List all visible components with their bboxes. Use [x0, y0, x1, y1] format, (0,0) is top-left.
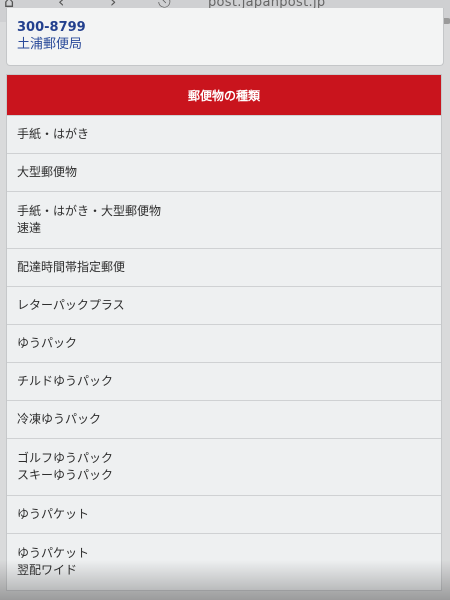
list-item-label: 大型郵便物	[17, 165, 78, 179]
mail-type-header-label: 郵便物の種類	[187, 88, 260, 103]
list-item[interactable]: 配達時間帯指定郵便	[7, 248, 441, 286]
postal-code[interactable]: 300-8799	[17, 20, 443, 36]
list-item[interactable]: 手紙・はがき	[7, 115, 441, 153]
list-item[interactable]: レターパックプラス	[7, 286, 441, 324]
list-item-label: ゆうパケット	[17, 507, 90, 521]
list-item[interactable]: ゆうパック	[7, 324, 441, 362]
list-item-sublabel: 速達	[17, 221, 42, 235]
list-item[interactable]: ゴルフゆうパック スキーゆうパック	[7, 438, 441, 495]
list-item-label: ゆうパック	[17, 336, 78, 350]
list-item[interactable]: ゆうパケット 翌配ワイド	[7, 533, 441, 590]
list-item-label: ゴルフゆうパック	[17, 451, 114, 465]
mail-type-header: 郵便物の種類	[7, 75, 441, 115]
list-item-label: ゆうパケット	[17, 546, 90, 560]
list-item[interactable]: チルドゆうパック	[7, 362, 441, 400]
list-item-label: 冷凍ゆうパック	[17, 412, 102, 426]
list-item[interactable]: 手紙・はがき・大型郵便物 速達	[7, 191, 441, 248]
list-item[interactable]: 冷凍ゆうパック	[7, 400, 441, 438]
list-item-label: 手紙・はがき	[17, 127, 90, 141]
list-item-label: 手紙・はがき・大型郵便物	[17, 204, 162, 218]
list-item[interactable]: 大型郵便物	[7, 153, 441, 191]
list-item[interactable]: ゆうパケット	[7, 495, 441, 533]
list-item-label: チルドゆうパック	[17, 374, 114, 388]
post-office-name[interactable]: 土浦郵便局	[17, 36, 443, 53]
list-item-label: 配達時間帯指定郵便	[17, 260, 126, 274]
post-office-card[interactable]: 300-8799 土浦郵便局	[6, 8, 444, 66]
list-item-label: レターパックプラス	[17, 298, 125, 312]
mail-type-list: 郵便物の種類 手紙・はがき 大型郵便物 手紙・はがき・大型郵便物 速達 配達時間…	[6, 74, 442, 591]
list-item-sublabel: スキーゆうパック	[17, 468, 114, 482]
list-item-sublabel: 翌配ワイド	[17, 563, 78, 577]
